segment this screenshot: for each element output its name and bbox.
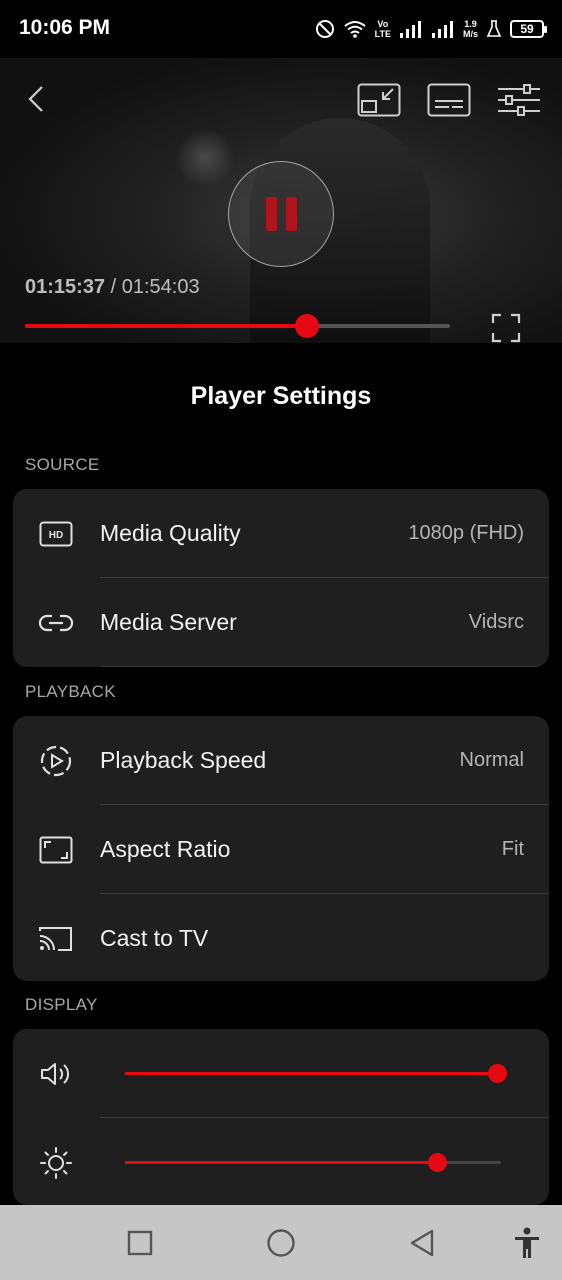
aspect-ratio-value: Fit [501,838,524,860]
hd-icon: HD [37,517,75,551]
recents-button[interactable] [124,1227,156,1259]
section-label-playback: PLAYBACK [25,682,116,701]
cast-icon [37,922,75,956]
accessibility-icon [515,1227,539,1258]
section-label-source: SOURCE [25,455,100,474]
battery-icon: 59 [510,20,547,38]
display-card [13,1029,549,1205]
volume-slider-fill [125,1072,498,1075]
signal-icon [399,21,421,38]
navigation-bar [0,1205,562,1280]
back-button[interactable] [22,84,50,114]
playback-card: Playback Speed Normal Aspect Ratio Fit C… [13,716,549,981]
current-time: 01:15:37 [25,276,106,298]
playback-speed-value: Normal [459,749,524,771]
accessibility-button[interactable] [510,1225,544,1261]
cast-to-tv-label: Cast to TV [100,925,209,951]
seek-bar-progress [25,324,307,328]
media-server-label: Media Server [100,609,237,635]
playback-speed-row[interactable]: Playback Speed Normal [13,716,549,805]
status-bar: 10:06 PM Vo LTE 1.9 M/s 59 [0,0,562,58]
triangle-back-icon [410,1229,434,1257]
brightness-slider-thumb[interactable] [428,1153,448,1172]
player-settings-button[interactable] [496,82,542,118]
aspect-ratio-row[interactable]: Aspect Ratio Fit [13,805,549,894]
page-title: Player Settings [190,382,372,410]
section-label-display: DISPLAY [25,995,98,1014]
subtitles-icon [427,83,471,117]
volte-indicator: Vo LTE [374,19,391,39]
status-time: 10:06 PM [19,16,111,39]
wifi-icon [344,21,366,38]
seek-bar[interactable] [25,314,450,338]
aspect-ratio-icon [37,833,75,867]
signal-icon-2 [431,21,453,38]
home-button[interactable] [264,1226,298,1260]
media-quality-row[interactable]: HD Media Quality 1080p (FHD) [13,489,549,578]
pip-icon [357,83,401,117]
duration: 01:54:03 [121,276,200,298]
playback-speed-icon [37,744,75,778]
media-quality-value: 1080p (FHD) [408,522,524,544]
pause-button[interactable] [228,161,334,267]
volume-icon [37,1057,75,1091]
brightness-slider-fill [125,1161,438,1164]
flask-icon [486,20,502,37]
brightness-slider[interactable] [125,1153,501,1172]
circle-icon [267,1229,295,1257]
link-icon [37,606,75,640]
subtitles-button[interactable] [426,82,472,118]
do-not-disturb-icon [315,20,334,38]
media-server-row[interactable]: Media Server Vidsrc [13,578,549,667]
pause-icon [265,197,277,231]
seek-bar-thumb[interactable] [294,314,319,338]
media-quality-label: Media Quality [100,520,241,546]
source-card: HD Media Quality 1080p (FHD) Media Serve… [13,489,549,667]
video-player[interactable]: 01:15:37 / 01:54:03 [0,58,562,343]
time-display: 01:15:37 / 01:54:03 [25,276,200,298]
media-server-value: Vidsrc [468,611,524,633]
brightness-icon [37,1146,75,1180]
svg-text:HD: HD [49,530,63,541]
square-icon [127,1230,153,1256]
volume-row [13,1029,549,1118]
network-speed: 1.9 M/s [462,19,478,39]
brightness-row [13,1118,549,1205]
chevron-left-icon [28,86,43,112]
status-icons: Vo LTE 1.9 M/s 59 [315,14,547,44]
back-nav-button[interactable] [406,1226,438,1260]
playback-speed-label: Playback Speed [100,747,267,773]
cast-to-tv-row[interactable]: Cast to TV [13,894,549,981]
sliders-icon [498,84,540,116]
fullscreen-button[interactable] [490,312,522,343]
fullscreen-icon [491,313,521,343]
picture-in-picture-button[interactable] [356,82,402,118]
volume-slider[interactable] [125,1064,508,1083]
aspect-ratio-label: Aspect Ratio [100,836,231,862]
volume-slider-thumb[interactable] [488,1064,508,1083]
